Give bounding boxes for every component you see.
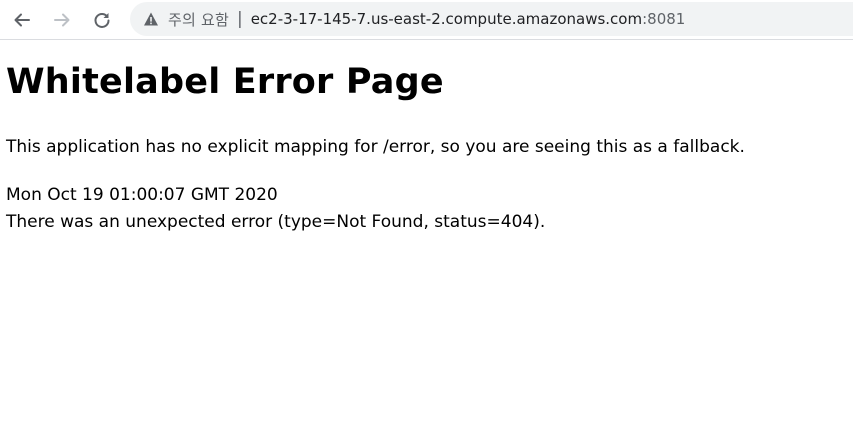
url-text[interactable]: ec2-3-17-145-7.us-east-2.compute.amazona… bbox=[251, 10, 686, 28]
reload-icon bbox=[93, 11, 111, 29]
error-message: There was an unexpected error (type=Not … bbox=[6, 212, 546, 232]
reload-button[interactable] bbox=[86, 4, 118, 36]
error-details: Mon Oct 19 01:00:07 GMT 2020 There was a… bbox=[6, 182, 853, 236]
warning-triangle-icon[interactable] bbox=[142, 10, 160, 28]
url-port: :8081 bbox=[642, 10, 686, 28]
browser-toolbar: 주의 요함 | ec2-3-17-145-7.us-east-2.compute… bbox=[0, 0, 853, 40]
url-host: ec2-3-17-145-7.us-east-2.compute.amazona… bbox=[250, 10, 643, 28]
omnibox-separator: | bbox=[236, 9, 243, 29]
arrow-left-icon bbox=[13, 11, 31, 29]
back-button[interactable] bbox=[6, 4, 38, 36]
page-content: Whitelabel Error Page This application h… bbox=[6, 41, 853, 236]
address-bar[interactable]: 주의 요함 | ec2-3-17-145-7.us-east-2.compute… bbox=[130, 2, 853, 36]
forward-button[interactable] bbox=[46, 4, 78, 36]
security-status-label[interactable]: 주의 요함 bbox=[168, 9, 229, 30]
page-title: Whitelabel Error Page bbox=[6, 62, 444, 102]
error-description: This application has no explicit mapping… bbox=[6, 137, 745, 157]
arrow-right-icon bbox=[53, 11, 71, 29]
error-timestamp: Mon Oct 19 01:00:07 GMT 2020 bbox=[6, 185, 278, 205]
